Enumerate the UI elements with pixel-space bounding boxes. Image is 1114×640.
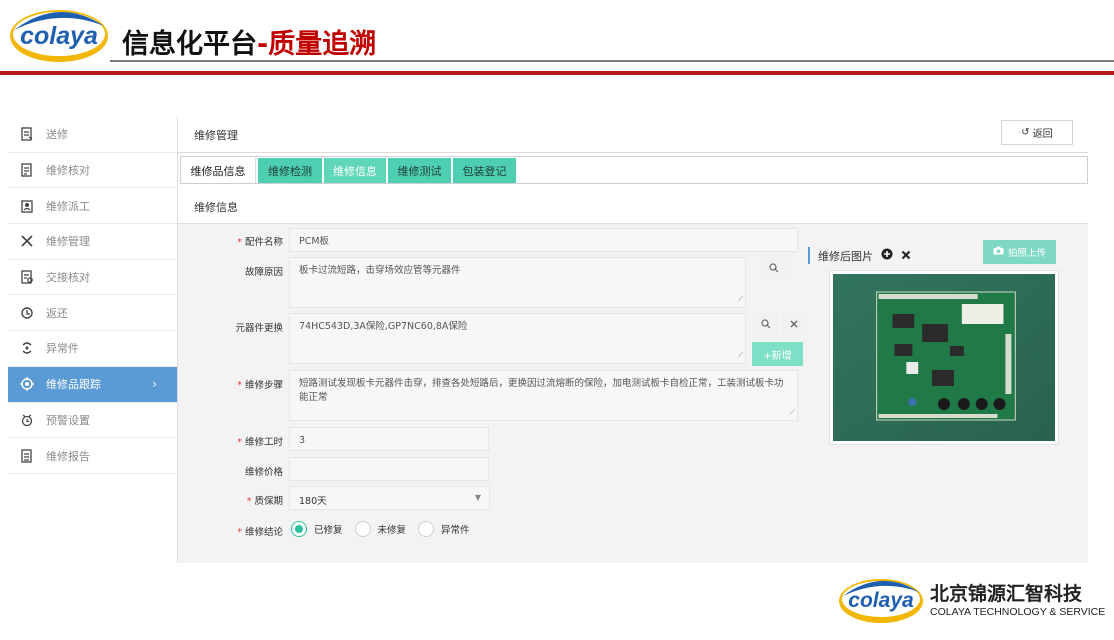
repair-steps-label: * 维修步骤 — [237, 380, 283, 391]
camera-icon — [993, 246, 1004, 258]
sidebar-item-label: 送修 — [46, 128, 68, 142]
warranty-select[interactable]: 180天 ▼ — [289, 486, 490, 510]
tab-repair-info[interactable]: 维修信息 — [324, 158, 386, 183]
search-icon[interactable] — [754, 313, 778, 335]
sidebar-item-alarm[interactable]: 预警设置 — [8, 403, 177, 439]
colaya-logo: colaya — [10, 10, 108, 62]
required-mark: * — [237, 237, 242, 248]
tools-icon — [8, 234, 46, 248]
sidebar-item-repair-manage[interactable]: 维修管理 — [8, 224, 177, 260]
sidebar-item-label: 预警设置 — [46, 413, 90, 427]
tab-item-info[interactable]: 维修品信息 — [181, 158, 256, 183]
sidebar: 送修 维修核对 维修派工 维修管理 交接核对 返还 异常件 维修品跟踪 › 预警… — [8, 117, 177, 474]
add-circle-icon[interactable] — [881, 248, 893, 263]
required-mark: * — [246, 496, 252, 507]
chevron-right-icon: › — [152, 377, 157, 392]
undo-icon: ↺ — [1021, 127, 1030, 138]
report-icon — [8, 448, 46, 463]
photo-section-title: 维修后图片 — [808, 247, 911, 264]
required-mark: * — [237, 437, 242, 448]
warranty-label: * 质保期 — [246, 496, 283, 507]
photo-upload-button[interactable]: 拍照上传 — [983, 240, 1056, 264]
caret-down-icon: ▼ — [474, 493, 481, 502]
tracking-icon — [8, 377, 46, 392]
repair-hours-field[interactable]: 3 — [289, 427, 489, 451]
resize-handle-icon[interactable]: ⟋ — [738, 348, 743, 362]
repair-send-icon — [8, 127, 46, 141]
conclusion-radio-group: 已修复 未修复 异常件 — [291, 521, 482, 537]
section-title: 维修信息 — [194, 201, 238, 214]
title-divider — [178, 152, 1088, 153]
svg-text:colaya: colaya — [20, 22, 98, 50]
pcb-board-image — [833, 274, 1055, 441]
sidebar-item-label: 维修派工 — [46, 199, 90, 213]
sidebar-item-handover[interactable]: 交接核对 — [8, 260, 177, 296]
tab-bar: 维修品信息 维修检测 维修信息 维修测试 包装登记 — [180, 156, 1088, 184]
tab-repair-test[interactable]: 维修测试 — [388, 158, 451, 183]
back-button-label: 返回 — [1032, 129, 1053, 140]
sidebar-item-label: 维修品跟踪 — [46, 378, 101, 392]
alarm-icon — [8, 413, 46, 427]
sidebar-item-repair-check[interactable]: 维修核对 — [8, 153, 177, 189]
resize-handle-icon[interactable]: ⟋ — [738, 292, 743, 306]
header-red-divider — [0, 71, 1114, 75]
footer-company-cn: 北京锦源汇智科技 — [930, 583, 1083, 605]
component-replace-textarea[interactable]: 74HC543D,3A保险,GP7NC60,8A保险 ⟋ — [289, 313, 746, 364]
sidebar-item-label: 返还 — [46, 306, 68, 320]
return-icon — [8, 306, 46, 320]
main-panel: 维修管理 ↺ 返回 维修品信息 维修检测 维修信息 维修测试 包装登记 维修信息… — [178, 117, 1088, 563]
colaya-footer-logo: colaya — [839, 579, 923, 623]
radio-button[interactable] — [418, 521, 435, 537]
close-icon[interactable] — [901, 249, 911, 263]
tab-packaging[interactable]: 包装登记 — [453, 158, 516, 183]
radio-not-repaired[interactable]: 未修复 — [354, 521, 406, 537]
radio-button[interactable] — [291, 521, 307, 537]
exception-icon — [8, 341, 46, 355]
repair-price-label: 维修价格 — [244, 467, 283, 478]
sidebar-item-send-repair[interactable]: 送修 — [8, 117, 177, 153]
sidebar-item-label: 维修核对 — [46, 164, 90, 178]
fault-reason-textarea[interactable]: 板卡过流短路，击穿场效应管等元器件 ⟋ — [289, 257, 746, 308]
main-title: 维修管理 — [194, 129, 238, 142]
radio-button[interactable] — [354, 521, 371, 537]
radio-repaired[interactable]: 已修复 — [291, 521, 343, 537]
sidebar-item-exception[interactable]: 异常件 — [8, 331, 177, 367]
add-component-button[interactable]: +新增 — [752, 342, 803, 366]
part-name-field[interactable]: PCM板 — [289, 228, 798, 252]
svg-text:colaya: colaya — [848, 589, 914, 612]
component-replace-label: 元器件更换 — [235, 323, 283, 334]
sidebar-item-label: 维修报告 — [46, 449, 90, 463]
repair-price-field[interactable] — [289, 457, 489, 481]
required-mark: * — [237, 380, 242, 391]
repaired-board-photo[interactable] — [829, 270, 1059, 445]
repair-steps-textarea[interactable]: 短路测试发现板卡元器件击穿，排查各处短路后，更换因过流熔断的保险，加电测试板卡自… — [289, 370, 798, 421]
page-title: 信息化平台-质量追溯 — [122, 29, 377, 60]
back-button[interactable]: ↺ 返回 — [1001, 120, 1073, 145]
sidebar-item-label: 交接核对 — [46, 271, 90, 285]
fault-reason-label: 故障原因 — [244, 267, 283, 278]
handover-icon — [8, 270, 46, 284]
sidebar-item-tracking[interactable]: 维修品跟踪 › — [8, 366, 177, 403]
resize-handle-icon[interactable]: ⟋ — [790, 405, 795, 419]
sidebar-item-dispatch[interactable]: 维修派工 — [8, 188, 177, 225]
footer-company-en: COLAYA TECHNOLOGY & SERVICE — [930, 606, 1106, 618]
search-icon[interactable] — [762, 257, 786, 279]
close-icon[interactable] — [782, 313, 806, 335]
dispatch-icon — [8, 199, 46, 213]
sidebar-item-return[interactable]: 返还 — [8, 295, 177, 332]
part-name-label: * 配件名称 — [237, 237, 283, 248]
radio-exception[interactable]: 异常件 — [418, 521, 470, 537]
sidebar-item-report[interactable]: 维修报告 — [8, 438, 177, 474]
conclusion-label: * 维修结论 — [237, 527, 283, 538]
tab-repair-inspection[interactable]: 维修检测 — [258, 158, 322, 183]
sidebar-item-label: 维修管理 — [46, 235, 90, 249]
sidebar-item-label: 异常件 — [46, 342, 79, 356]
required-mark: * — [237, 527, 242, 538]
checklist-icon — [8, 163, 46, 177]
repair-hours-label: * 维修工时 — [237, 437, 283, 448]
header-divider — [110, 60, 1114, 62]
